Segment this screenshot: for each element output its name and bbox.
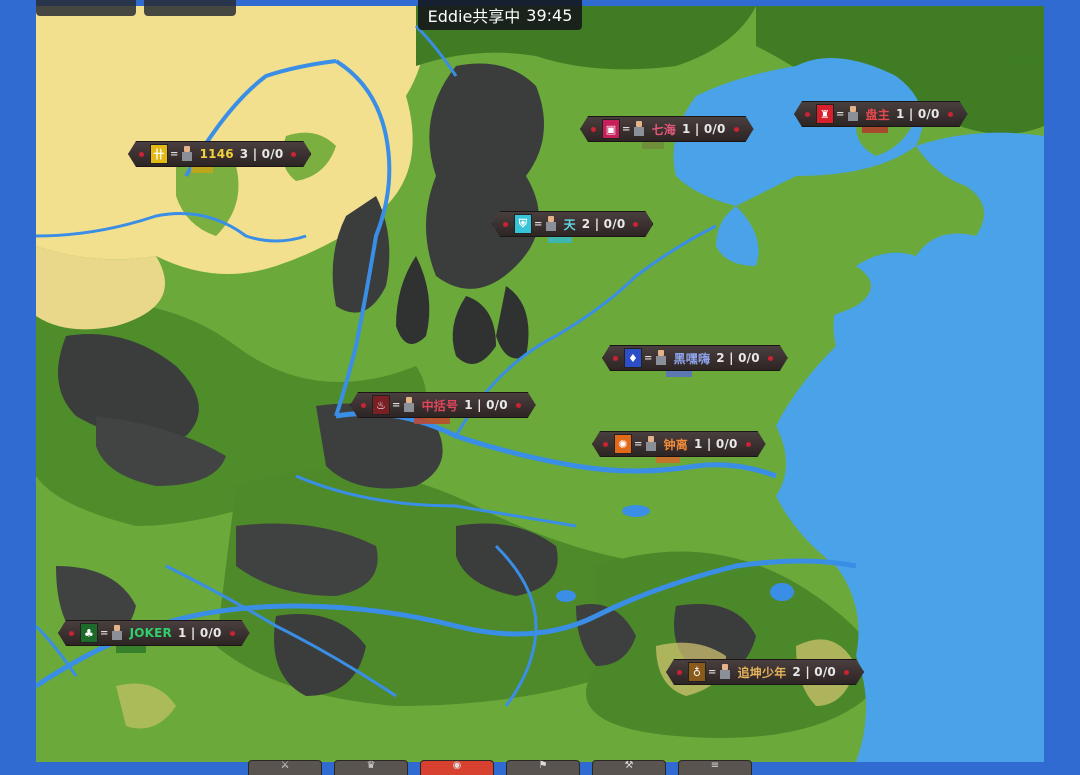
top-tab-left-2[interactable]: [144, 0, 236, 16]
capital-marker: [862, 126, 888, 133]
banner-separator: =: [836, 108, 845, 120]
capital-marker: [642, 142, 664, 149]
unit-icon: [180, 146, 194, 162]
kingdom-banner-盘主[interactable]: ♜ = 盘主 1 | 0/0: [794, 101, 968, 127]
share-timer: 39:45: [526, 5, 573, 25]
banner-right-dot: [291, 152, 296, 157]
kingdom-banner-天[interactable]: ⛨ = 天 2 | 0/0: [492, 211, 653, 237]
tower-emblem-icon: ♜: [816, 104, 834, 124]
banner-right-dot: [768, 356, 773, 361]
kingdom-stats: 2 | 0/0: [581, 217, 626, 231]
kingdom-name: 黑嘿嗨: [673, 351, 711, 366]
flag-icon[interactable]: ⚑: [506, 760, 580, 775]
bottom-toolbar: ⚔ ♛ ◉ ⚑ ⚒ ≡: [0, 760, 1080, 775]
kingdom-banner-中括号[interactable]: ♨ = 中括号 1 | 0/0: [350, 392, 536, 418]
banner-separator: =: [534, 218, 543, 230]
banner-left-dot: [603, 442, 608, 447]
banner-separator: =: [634, 438, 643, 450]
banner-left-dot: [677, 670, 682, 675]
banner-left-dot: [613, 356, 618, 361]
kingdom-name: JOKER: [129, 626, 172, 640]
banner-separator: =: [644, 352, 653, 364]
capital-marker: [656, 456, 680, 463]
pouch-emblem-icon: ♁: [688, 662, 706, 682]
kingdom-stats: 2 | 0/0: [716, 351, 760, 365]
banner-separator: =: [100, 627, 109, 639]
banner-separator: =: [170, 148, 179, 160]
kingdom-banner-JOKER[interactable]: ♣ = JOKER 1 | 0/0: [58, 620, 250, 646]
eye-icon[interactable]: ◉: [420, 760, 494, 775]
banner-right-dot: [230, 631, 235, 636]
kingdom-stats: 1 | 0/0: [464, 398, 508, 412]
kingdom-name: 钟离: [663, 437, 688, 452]
banner-left-dot: [503, 222, 508, 227]
share-status-text: Eddie共享中: [427, 7, 521, 26]
banner-right-dot: [844, 670, 849, 675]
shield-emblem-icon: ⛨: [514, 214, 532, 234]
banner-right-dot: [746, 442, 751, 447]
unit-icon: [402, 397, 416, 413]
kingdom-name: 七海: [651, 122, 676, 137]
kingdom-stats: 1 | 0/0: [694, 437, 738, 451]
crest-emblem-icon: ▣: [602, 119, 620, 139]
kingdom-stats: 2 | 0/0: [792, 665, 836, 679]
sun-emblem-icon: ✺: [614, 434, 632, 454]
capital-marker: [191, 166, 213, 173]
banner-left-dot: [591, 127, 596, 132]
fire-emblem-icon: ♨: [372, 395, 390, 415]
world-map[interactable]: 卄 = 1146 3 | 0/0 ▣ = 七海 1 | 0/0 ♜ = 盘主 1…: [36, 6, 1044, 762]
tools-icon[interactable]: ⚒: [592, 760, 666, 775]
banner-right-dot: [516, 403, 521, 408]
unit-icon: [632, 121, 646, 137]
kingdom-banner-追坤少年[interactable]: ♁ = 追坤少年 2 | 0/0: [666, 659, 864, 685]
flame-emblem-icon: ♦: [624, 348, 642, 368]
banner-right-dot: [734, 127, 739, 132]
banner-left-dot: [805, 112, 810, 117]
banner-left-dot: [361, 403, 366, 408]
unit-icon: [718, 664, 732, 680]
tree-emblem-icon: ♣: [80, 623, 98, 643]
ladder-emblem-icon: 卄: [150, 144, 168, 164]
kingdom-name: 中括号: [421, 398, 459, 413]
banner-left-dot: [139, 152, 144, 157]
share-status-banner: Eddie共享中 39:45: [418, 0, 582, 30]
unit-icon: [544, 216, 558, 232]
kingdom-banner-钟离[interactable]: ✺ = 钟离 1 | 0/0: [592, 431, 766, 457]
kingdom-stats: 3 | 0/0: [239, 147, 284, 161]
unit-icon: [846, 106, 860, 122]
capital-marker: [548, 236, 572, 243]
capital-marker: [414, 417, 450, 424]
kingdom-name: 1146: [199, 147, 234, 161]
crown-icon[interactable]: ♛: [334, 760, 408, 775]
kingdom-banner-七海[interactable]: ▣ = 七海 1 | 0/0: [580, 116, 754, 142]
menu-icon[interactable]: ≡: [678, 760, 752, 775]
sword-icon[interactable]: ⚔: [248, 760, 322, 775]
kingdom-stats: 1 | 0/0: [896, 107, 940, 121]
unit-icon: [110, 625, 124, 641]
capital-marker: [116, 646, 146, 653]
banner-separator: =: [392, 399, 401, 411]
kingdom-stats: 1 | 0/0: [178, 626, 222, 640]
kingdom-stats: 1 | 0/0: [682, 122, 726, 136]
unit-icon: [644, 436, 658, 452]
banner-left-dot: [69, 631, 74, 636]
banner-separator: =: [708, 666, 717, 678]
kingdom-name: 追坤少年: [737, 665, 787, 680]
capital-marker: [666, 370, 692, 377]
kingdom-name: 天: [563, 217, 576, 232]
kingdom-banner-1146[interactable]: 卄 = 1146 3 | 0/0: [128, 141, 311, 167]
banner-right-dot: [633, 222, 638, 227]
unit-icon: [654, 350, 668, 366]
kingdom-name: 盘主: [865, 107, 890, 122]
kingdom-banner-黑嘿嗨[interactable]: ♦ = 黑嘿嗨 2 | 0/0: [602, 345, 788, 371]
top-tab-left-1[interactable]: [36, 0, 136, 16]
banner-separator: =: [622, 123, 631, 135]
banner-right-dot: [948, 112, 953, 117]
